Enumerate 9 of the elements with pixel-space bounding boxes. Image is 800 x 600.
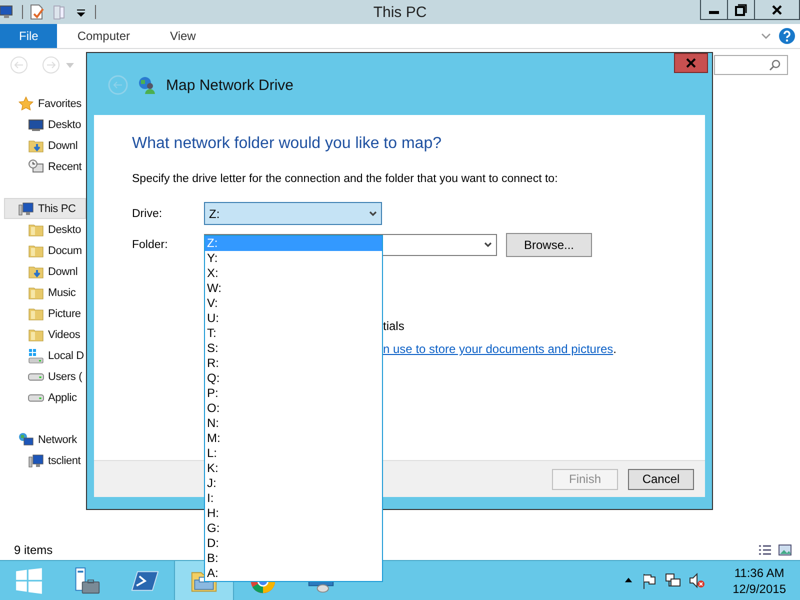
window-title: This PC: [373, 4, 427, 20]
instruction-text: Specify the drive letter for the connection and the folder that you want to connect to:: [132, 173, 559, 185]
dialog-heading: What network folder would you like to map?: [132, 135, 442, 153]
dialog-title: Map Network Drive: [166, 76, 294, 94]
option-text: tials: [383, 319, 404, 333]
field-label: Drive:: [132, 208, 164, 220]
link-suffix: .: [613, 342, 616, 356]
item-count: 9 items: [14, 543, 53, 557]
field-label: Folder:: [132, 239, 169, 251]
